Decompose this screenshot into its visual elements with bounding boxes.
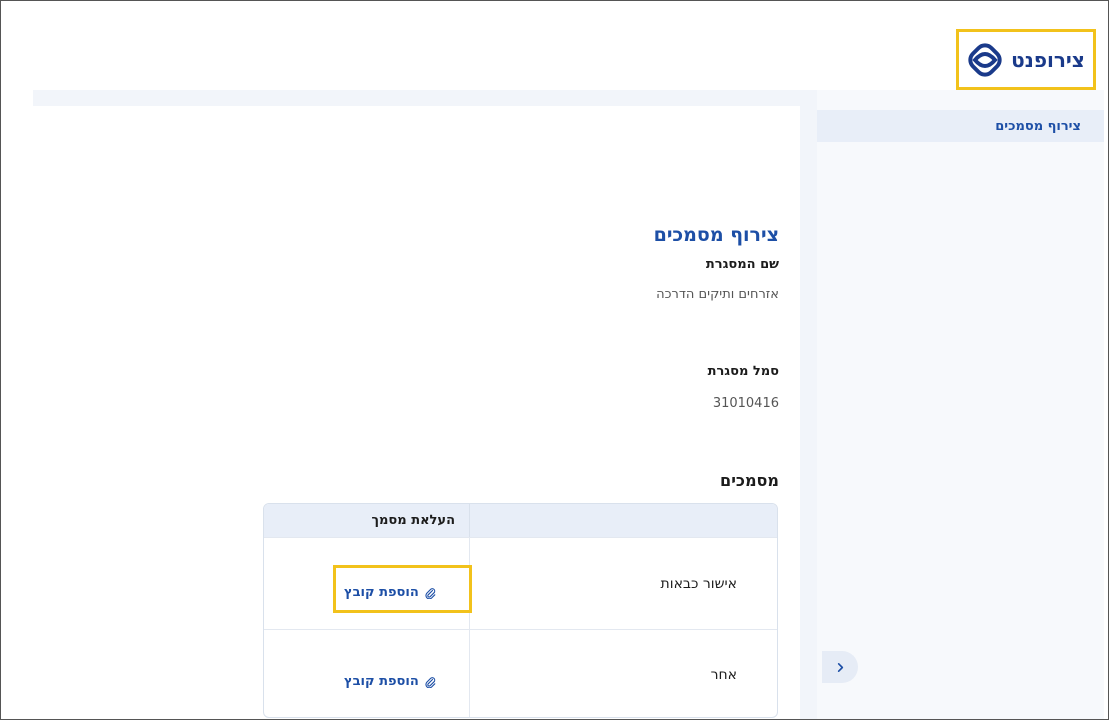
brand-logo[interactable]: צירופנט: [956, 29, 1096, 90]
paperclip-icon: [424, 676, 436, 688]
brand-name: צירופנט: [1011, 47, 1085, 72]
highlight-box: [333, 565, 472, 613]
add-file-label: הוספת קובץ: [344, 674, 419, 689]
table-header: העלאת מסמך: [264, 504, 777, 537]
framework-code-value: 31010416: [712, 396, 779, 411]
sidebar-collapse-button[interactable]: [822, 651, 858, 683]
upload-column-header: העלאת מסמך: [371, 513, 455, 528]
document-name: אחר: [710, 666, 737, 683]
sidebar: [817, 90, 1104, 719]
framework-name-label: שם המסגרת: [705, 257, 779, 272]
document-name: אישור כבאות: [660, 575, 737, 592]
sidebar-item-attach-documents[interactable]: צירוף מסמכים: [817, 110, 1104, 142]
table-row: אחר הוספת קובץ: [264, 629, 777, 717]
framework-code-label: סמל מסגרת: [707, 364, 779, 379]
card-gutter: [800, 106, 817, 719]
header-divider: [469, 504, 470, 537]
add-file-button[interactable]: הוספת קובץ: [344, 674, 436, 689]
documents-section-title: מסמכים: [720, 471, 779, 490]
main-header-band: [33, 90, 817, 106]
chevron-right-icon: [835, 658, 846, 677]
framework-name-value: אזרחים ותיקים הדרכה: [656, 287, 779, 302]
page-title: צירוף מסמכים: [653, 224, 779, 246]
column-divider: [469, 630, 470, 717]
sidebar-item-label: צירוף מסמכים: [995, 118, 1081, 134]
interlocking-loop-icon: [967, 42, 1003, 78]
